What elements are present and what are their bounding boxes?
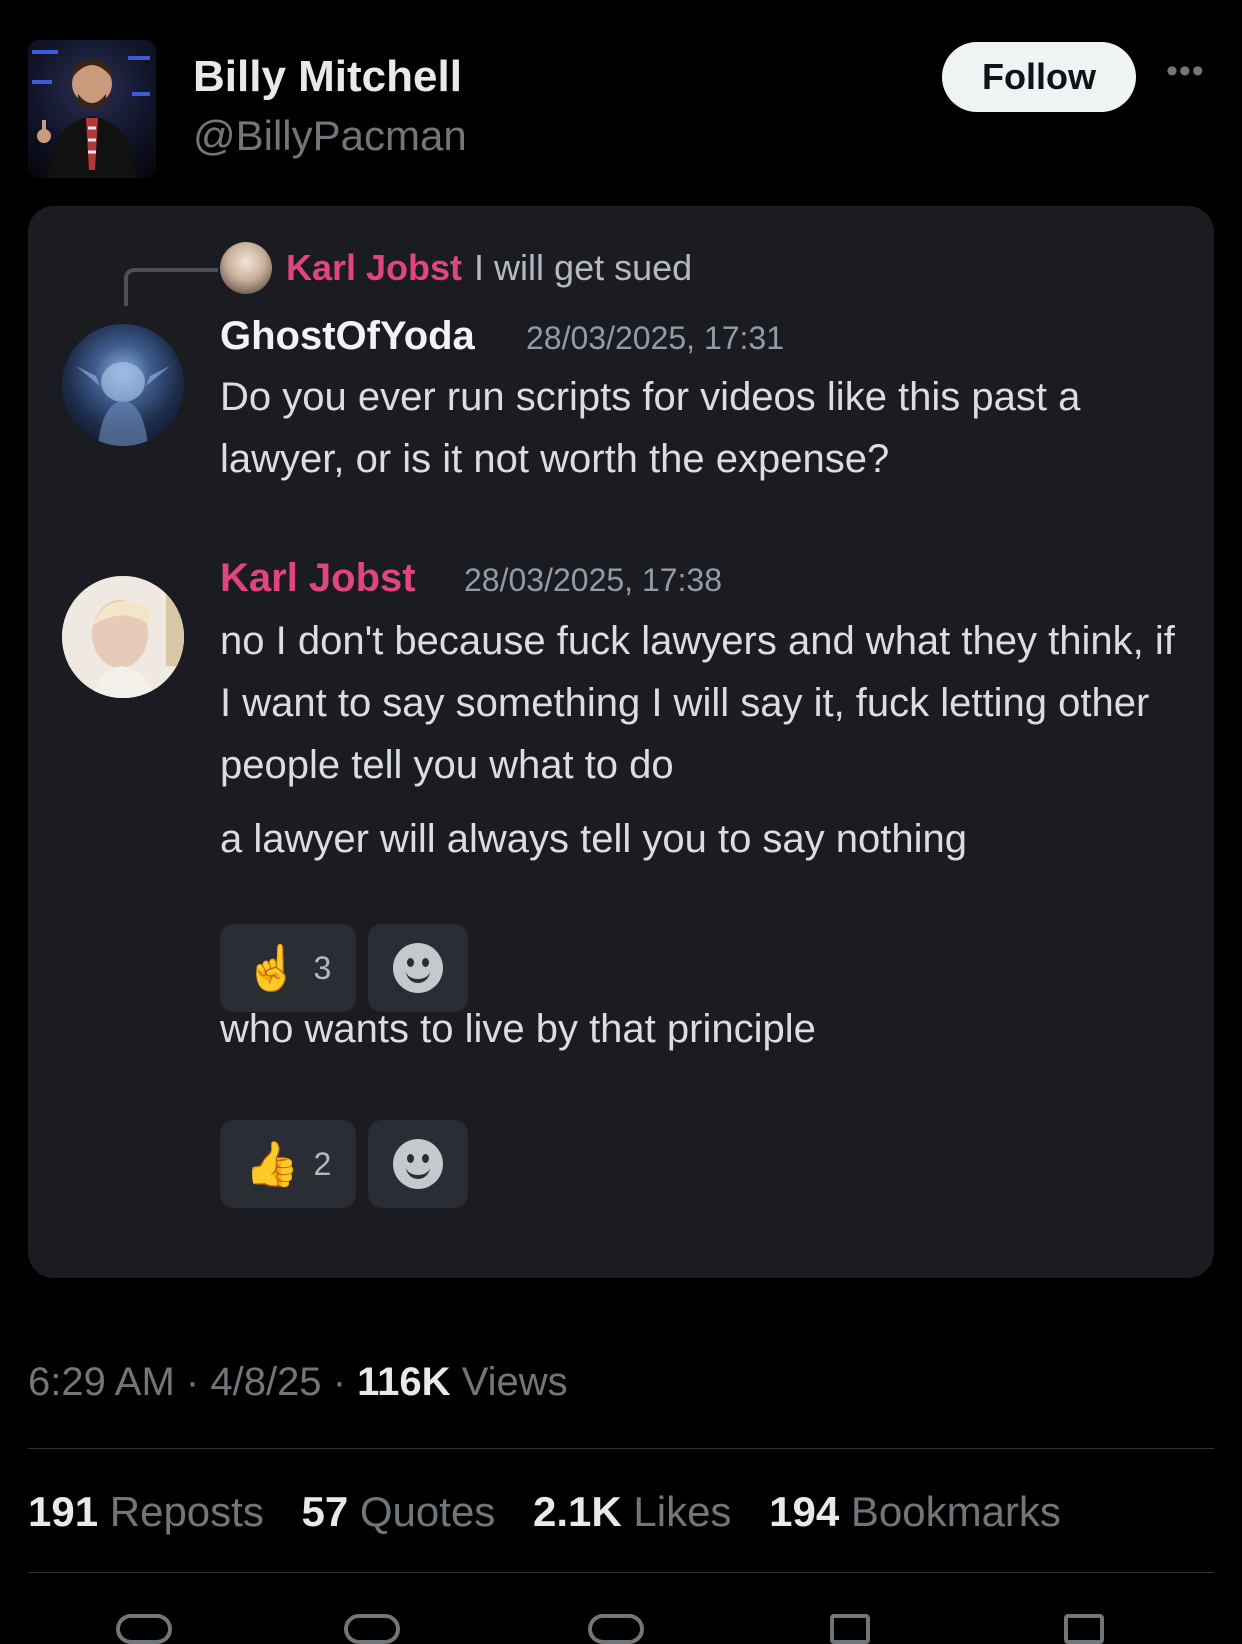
reply-connector (124, 268, 218, 306)
more-options-icon[interactable]: ••• (1166, 52, 1205, 91)
reply-avatar (220, 242, 272, 294)
reaction-thumbs-up[interactable]: 👍 2 (220, 1120, 356, 1208)
bookmarks-stat[interactable]: 194 Bookmarks (769, 1488, 1061, 1535)
reaction-count: 3 (313, 949, 332, 986)
reply-reference: Karl Jobst I will get sued (220, 240, 692, 296)
karl-jobst-avatar (62, 576, 184, 698)
follow-button[interactable]: Follow (942, 42, 1136, 112)
message-text: who wants to live by that principle (220, 1007, 816, 1051)
author-avatar[interactable] (28, 40, 156, 178)
smiley-icon (393, 943, 443, 993)
quotes-stat[interactable]: 57 Quotes (302, 1488, 496, 1535)
message-text: Do you ever run scripts for videos like … (220, 375, 1081, 481)
views-label: Views (461, 1360, 568, 1404)
reaction-count: 2 (313, 1145, 332, 1182)
smiley-icon (393, 1139, 443, 1189)
author-handle[interactable]: @BillyPacman (193, 112, 467, 160)
like-icon[interactable] (588, 1614, 644, 1644)
message-timestamp: 28/03/2025, 17:38 (464, 562, 723, 598)
add-reaction-button[interactable] (368, 1120, 468, 1208)
views-count: 116K (357, 1360, 451, 1404)
message-author: Karl Jobst (220, 556, 416, 600)
reposts-stat[interactable]: 191 Reposts (28, 1488, 264, 1535)
separator: · (185, 1360, 200, 1404)
separator: · (332, 1360, 347, 1404)
ghostofyoda-avatar (62, 324, 184, 446)
reply-author: Karl Jobst (286, 247, 463, 288)
author-name[interactable]: Billy Mitchell (193, 52, 462, 102)
reply-icon[interactable] (116, 1614, 172, 1644)
tweet-header: Billy Mitchell @BillyPacman Follow ••• (0, 0, 1242, 200)
message-text: no I don't because fuck lawyers and what… (220, 619, 1175, 787)
reaction-row: 👍 2 (220, 1120, 468, 1208)
divider (28, 1572, 1214, 1573)
likes-stat[interactable]: 2.1K Likes (533, 1488, 731, 1535)
divider (28, 1448, 1214, 1449)
message-timestamp: 28/03/2025, 17:31 (526, 320, 785, 356)
message-text: a lawyer will always tell you to say not… (220, 817, 968, 861)
repost-icon[interactable] (344, 1614, 400, 1644)
share-icon[interactable] (1064, 1614, 1104, 1644)
message-author: GhostOfYoda (220, 314, 475, 358)
tweet-image-discord-screenshot[interactable]: Karl Jobst I will get sued GhostOfYoda 2… (28, 206, 1214, 1278)
action-bar (0, 1602, 1242, 1644)
thumbs-up-icon: 👍 (244, 1140, 300, 1189)
engagement-stats: 191 Reposts 57 Quotes 2.1K Likes 194 Boo… (28, 1488, 1087, 1536)
tweet-date[interactable]: 4/8/25 (210, 1360, 321, 1404)
pointing-up-icon: ☝ (244, 944, 300, 993)
tweet-time[interactable]: 6:29 AM (28, 1360, 175, 1404)
reply-text: I will get sued (474, 247, 693, 288)
bookmark-icon[interactable] (830, 1614, 870, 1644)
tweet-meta: 6:29 AM · 4/8/25 · 116K Views (28, 1360, 568, 1405)
